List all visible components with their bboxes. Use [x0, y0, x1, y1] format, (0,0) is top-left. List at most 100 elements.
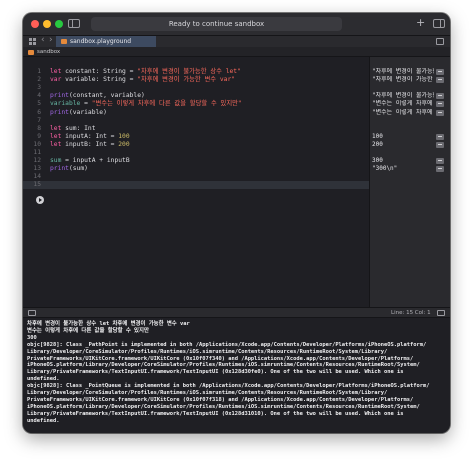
result-row: "변수는 이렇게 차후에 다른 값을 할당할 수 있지만\n" — [372, 109, 450, 117]
code-line[interactable]: 8 let sum: Int — [23, 125, 369, 133]
tab-sandbox-playground[interactable]: sandbox.playground — [56, 36, 156, 47]
navigator-toggle-icon[interactable] — [68, 19, 80, 28]
result-value: "차후에 변경이 가능한 변수 var" — [372, 76, 434, 84]
code-line[interactable]: 2 var variable: String = "차후에 변경이 가능한 변수 … — [23, 76, 369, 84]
console-line: Library/Developer/CoreSimulator/Profiles… — [27, 348, 388, 355]
code-line[interactable]: 7 — [23, 117, 369, 125]
console-line: objc[9828]: Class _PointQueue is impleme… — [27, 383, 430, 390]
code-line[interactable]: 11 — [23, 149, 369, 157]
show-result-icon[interactable] — [436, 141, 444, 148]
line-number: 3 — [37, 84, 41, 92]
code-token: print — [50, 108, 69, 116]
code-token: "차후에 변경이 불가능한 상수 let" — [137, 68, 241, 75]
show-result-icon[interactable] — [436, 109, 444, 116]
line-number: 4 — [37, 92, 41, 100]
code-line[interactable]: 6 print(variable) — [23, 109, 369, 117]
line-number: 14 — [33, 173, 41, 181]
code-token: let — [50, 124, 62, 132]
console-line: 변수는 이렇게 차후에 다른 값을 할당할 수 있지만 — [27, 327, 149, 334]
run-playground-icon[interactable] — [36, 196, 44, 204]
code-line[interactable]: 13 print(sum) — [23, 165, 369, 173]
code-token: constant: String = — [61, 68, 138, 75]
code-token: (variable) — [68, 108, 107, 116]
console-line: Library/Developer/CoreSimulator/Profiles… — [27, 390, 388, 397]
code-text: let inputB: Int = 200 — [50, 141, 130, 149]
code-line[interactable]: 1 let constant: String = "차후에 변경이 불가능한 상수… — [23, 68, 369, 76]
code-line[interactable]: 9 let inputA: Int = 100 — [23, 133, 369, 141]
line-number: 15 — [33, 181, 41, 189]
code-token: sum: Int — [61, 124, 96, 132]
code-token: = — [80, 100, 92, 108]
code-editor[interactable]: 1 let constant: String = "차후에 변경이 불가능한 상수… — [23, 57, 369, 307]
results-sidebar: "차후에 변경이 불가능한 상수 let""차후에 변경이 가능한 변수 var… — [369, 57, 450, 307]
cursor-position: Line: 15 Col: 1 — [391, 310, 431, 316]
code-token: inputB: Int = — [61, 140, 119, 148]
library-plus-button[interactable]: + — [416, 16, 425, 30]
forward-chevron-icon[interactable]: › — [49, 35, 53, 45]
breadcrumb-label: sandbox — [37, 49, 61, 55]
code-token: (constant, variable) — [68, 92, 145, 100]
show-result-icon[interactable] — [436, 77, 444, 84]
code-token: print — [50, 165, 69, 173]
editor-options-icon[interactable] — [436, 38, 444, 45]
code-token: 200 — [118, 140, 130, 148]
tab-label: sandbox.playground — [70, 38, 132, 45]
code-line[interactable]: 12 sum = inputA + inputB — [23, 157, 369, 165]
title-bar: Ready to continue sandbox + — [23, 13, 450, 35]
code-line[interactable]: 15 — [23, 181, 369, 190]
code-token: let — [50, 140, 62, 148]
back-chevron-icon[interactable]: ‹ — [41, 35, 45, 45]
code-token: inputA: Int = — [61, 132, 119, 140]
related-items-grid-icon[interactable] — [29, 38, 36, 45]
code-token: = inputA + inputB — [61, 157, 130, 165]
result-row: 300 — [372, 157, 450, 165]
code-token: print — [50, 92, 69, 100]
split-view-icon[interactable] — [437, 310, 445, 316]
code-text: var variable: String = "차후에 변경이 가능한 변수 v… — [50, 76, 235, 84]
show-result-icon[interactable] — [436, 158, 444, 165]
line-number: 7 — [37, 116, 41, 124]
result-row: "차후에 변경이 불가능한 상수 let" — [372, 68, 450, 76]
line-number: 6 — [37, 108, 41, 116]
show-result-icon[interactable] — [436, 166, 444, 173]
console-line: objc[9828]: Class _PathPoint is implemen… — [27, 341, 427, 348]
code-line[interactable]: 3 — [23, 84, 369, 92]
code-line[interactable]: 5 variable = "변수는 이렇게 차후에 다른 값을 할당할 수 있지만… — [23, 100, 369, 108]
line-number: 10 — [33, 140, 41, 148]
show-result-icon[interactable] — [436, 133, 444, 140]
result-value: 200 — [372, 140, 383, 148]
line-number: 12 — [33, 157, 41, 165]
code-token: let — [50, 68, 62, 75]
result-value: 300 — [372, 157, 383, 165]
show-result-icon[interactable] — [436, 93, 444, 100]
code-line[interactable]: 10 let inputB: Int = 200 — [23, 141, 369, 149]
zoom-window-button[interactable] — [55, 20, 63, 28]
result-row: "300\n" — [372, 165, 450, 173]
result-row: "차후에 변경이 불가능한 상수 let 차후에 변경이 가능한 변수 var\… — [372, 92, 450, 100]
console-output[interactable]: 차후에 변경이 불가능한 상수 let 차후에 변경이 가능한 변수 var 변수… — [23, 318, 450, 433]
result-value: 100 — [372, 132, 383, 140]
debug-bar: Line: 15 Col: 1 — [23, 307, 450, 318]
result-value: "차후에 변경이 불가능한 상수 let 차후에 변경이 가능한 변수 var\… — [372, 92, 434, 100]
code-token: "변수는 이렇게 차후에 다른 값을 할당할 수 있지만" — [91, 100, 242, 108]
line-number: 9 — [37, 132, 41, 140]
code-text: print(variable) — [50, 109, 107, 117]
inspector-toggle-icon[interactable] — [433, 19, 445, 28]
show-result-icon[interactable] — [436, 69, 444, 75]
console-line: PrivateFrameworks/UIKitCore.framework/UI… — [27, 355, 414, 362]
code-token: variable — [50, 100, 81, 108]
xcode-playground-window: Ready to continue sandbox + ‹ › sandbox.… — [23, 13, 450, 433]
result-row: 100 — [372, 133, 450, 141]
show-result-icon[interactable] — [436, 101, 444, 108]
breadcrumb[interactable]: sandbox — [23, 47, 450, 57]
minimize-window-button[interactable] — [43, 20, 51, 28]
code-text: let sum: Int — [50, 125, 96, 133]
code-token: let — [50, 132, 62, 140]
code-token: sum — [50, 157, 62, 165]
code-line[interactable]: 14 — [23, 173, 369, 181]
close-window-button[interactable] — [31, 20, 39, 28]
line-number: 8 — [37, 124, 41, 132]
console-toggle-icon[interactable] — [28, 310, 36, 316]
line-number: 11 — [33, 149, 41, 156]
console-line: undefined. — [27, 417, 60, 424]
